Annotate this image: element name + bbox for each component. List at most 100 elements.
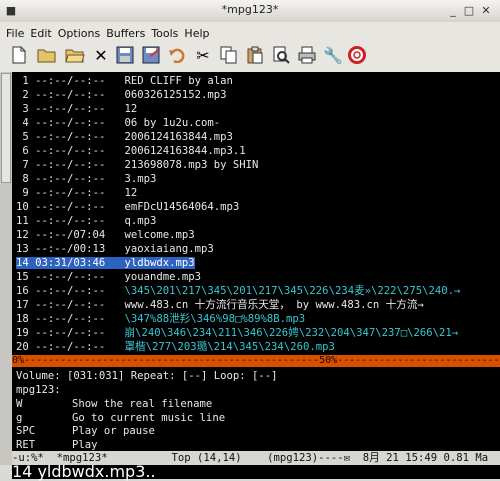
track-name: RED CLIFF by alan [124, 75, 233, 87]
menu-edit[interactable]: Edit [27, 25, 54, 40]
track-time: --:--/--:-- [35, 285, 106, 297]
track-time: 03:31/03:46 [35, 257, 106, 269]
track-time: --:--/--:-- [35, 299, 106, 311]
menu-buffers[interactable]: Buffers [103, 25, 148, 40]
track-name: \345\201\217\345\201\217\345\226\234麦»\2… [124, 285, 461, 297]
minibuffer[interactable]: 14 yldbwdx.mp3.. [12, 464, 500, 480]
playlist-row[interactable]: 8 --:--/--:-- 3.mp3 [16, 172, 156, 186]
minimize-icon[interactable]: _ [446, 4, 460, 18]
track-name: 2006124163844.mp3.1 [124, 145, 246, 157]
track-name: 3.mp3 [124, 173, 157, 185]
volume-status: Volume: [031:031] Repeat: [--] Loop: [--… [16, 370, 278, 382]
key-description: Show the real filename [72, 398, 213, 410]
new-file-icon[interactable] [8, 44, 30, 66]
playlist-row[interactable]: 16 --:--/--:-- \345\201\217\345\201\217\… [16, 284, 460, 298]
playlist-row[interactable]: 14 03:31/03:46 yldbwdx.mp3 [16, 256, 195, 270]
playlist-row[interactable]: 3 --:--/--:-- 12 [16, 102, 137, 116]
keybinding-row: SPC Play or pause [16, 424, 155, 438]
keybinding-row: RET Play [16, 438, 98, 452]
scrollbar-thumb[interactable] [1, 73, 11, 183]
playlist-row[interactable]: 18 --:--/--:-- \347%88泄羏\346%98□%89%8B.m… [16, 312, 305, 326]
track-time: --:--/--:-- [35, 103, 106, 115]
track-time: --:--/--:-- [35, 145, 106, 157]
key-label: SPC [16, 425, 36, 437]
save-icon[interactable] [114, 44, 136, 66]
track-time: --:--/--:-- [35, 341, 106, 353]
track-number: 11 [16, 215, 29, 227]
track-time: --:--/--:-- [35, 131, 106, 143]
preferences-icon[interactable]: 🔧 [322, 44, 344, 66]
track-name: 213698078.mp3 by SHIN [124, 159, 259, 171]
playlist-row[interactable]: 6 --:--/--:-- 2006124163844.mp3.1 [16, 144, 246, 158]
track-time: --:--/--:-- [35, 173, 106, 185]
progress-bar[interactable]: 0%--------------------------------------… [12, 355, 500, 367]
progress-left-label: 0% [12, 355, 25, 366]
menu-file[interactable]: File [3, 25, 27, 40]
progress-mid-label: 50% [319, 355, 338, 366]
title-bar: ■ *mpg123* _ □ ✕ [0, 0, 500, 23]
track-name: 12 [124, 187, 138, 199]
track-name: 2006124163844.mp3 [124, 131, 233, 143]
playlist-row[interactable]: 1 --:--/--:-- RED CLIFF by alan [16, 74, 233, 88]
track-name: emFDcU14564064.mp3 [124, 201, 240, 213]
playlist-row[interactable]: 10 --:--/--:-- emFDcU14564064.mp3 [16, 200, 239, 214]
playlist-row[interactable]: 12 --:--/07:04 welcome.mp3 [16, 228, 195, 242]
cut-icon[interactable]: ✂ [192, 44, 214, 66]
save-as-icon[interactable] [140, 44, 162, 66]
playlist-row[interactable]: 4 --:--/--:-- 06 by 1u2u.com- [16, 116, 220, 130]
playlist-row[interactable]: 17 --:--/--:-- www.483.cn 十方流行音乐天堂， by w… [16, 298, 424, 312]
track-number: 16 [16, 285, 29, 297]
window-title: *mpg123* [221, 3, 279, 16]
track-time: --:--/00:13 [35, 243, 106, 255]
close-window-icon[interactable]: ✕ [479, 4, 493, 18]
track-number: 15 [16, 271, 29, 283]
track-name: \347%88泄羏\346%98□%89%8B.mp3 [124, 313, 306, 325]
playlist-row[interactable]: 7 --:--/--:-- 213698078.mp3 by SHIN [16, 158, 258, 172]
undo-icon[interactable] [166, 44, 188, 66]
print-icon[interactable] [296, 44, 318, 66]
playlist-row[interactable]: 9 --:--/--:-- 12 [16, 186, 137, 200]
keybinding-row: g Go to current music line [16, 411, 225, 425]
maximize-icon[interactable]: □ [462, 4, 476, 18]
track-name: 06 by 1u2u.com- [124, 117, 221, 129]
track-name: yldbwdx.mp3 [124, 257, 195, 269]
track-name: q.mp3 [124, 215, 157, 227]
track-time: --:--/--:-- [35, 271, 106, 283]
track-time: --:--/--:-- [35, 187, 106, 199]
key-label: W [16, 398, 23, 410]
track-number: 20 [16, 341, 29, 353]
search-icon[interactable] [270, 44, 292, 66]
track-time: --:--/--:-- [35, 313, 106, 325]
help-icon[interactable] [346, 44, 368, 66]
track-time: --:--/--:-- [35, 201, 106, 213]
toolbar: ✕ ✂ 🔧 [0, 40, 500, 73]
playlist-row[interactable]: 11 --:--/--:-- q.mp3 [16, 214, 156, 228]
track-number: 14 [16, 257, 29, 269]
playlist-row[interactable]: 15 --:--/--:-- youandme.mp3 [16, 270, 201, 284]
track-name: 060326125152.mp3 [124, 89, 227, 101]
track-number: 18 [16, 313, 29, 325]
menu-help[interactable]: Help [181, 25, 212, 40]
open-folder-icon[interactable] [36, 44, 58, 66]
track-name: 12 [124, 103, 138, 115]
track-time: --:--/--:-- [35, 327, 106, 339]
playlist-row[interactable]: 13 --:--/00:13 yaoxiaiang.mp3 [16, 242, 214, 256]
open-dir-icon[interactable] [64, 44, 86, 66]
key-label: RET [16, 438, 36, 451]
playlist-row[interactable]: 2 --:--/--:-- 060326125152.mp3 [16, 88, 227, 102]
track-name: youandme.mp3 [124, 271, 202, 283]
playlist-row[interactable]: 19 --:--/--:-- 崩\240\346\234\211\346\226… [16, 326, 458, 340]
scrollbar[interactable] [0, 72, 12, 465]
paste-icon[interactable] [244, 44, 266, 66]
mpg123-buffer[interactable]: 1 --:--/--:-- RED CLIFF by alan 2 --:--/… [12, 72, 500, 465]
playlist-row[interactable]: 20 --:--/--:-- 罩楷\277\203瓍\214\345\234\2… [16, 340, 335, 354]
menu-bar: File Edit Options Buffers Tools Help [0, 22, 500, 40]
track-name: yaoxiaiang.mp3 [124, 243, 214, 255]
menu-tools[interactable]: Tools [148, 25, 181, 40]
copy-icon[interactable] [218, 44, 240, 66]
menu-options[interactable]: Options [55, 25, 103, 40]
close-icon[interactable]: ✕ [90, 44, 112, 66]
track-name: welcome.mp3 [124, 229, 195, 241]
playlist-row[interactable]: 5 --:--/--:-- 2006124163844.mp3 [16, 130, 233, 144]
track-number: 13 [16, 243, 29, 255]
